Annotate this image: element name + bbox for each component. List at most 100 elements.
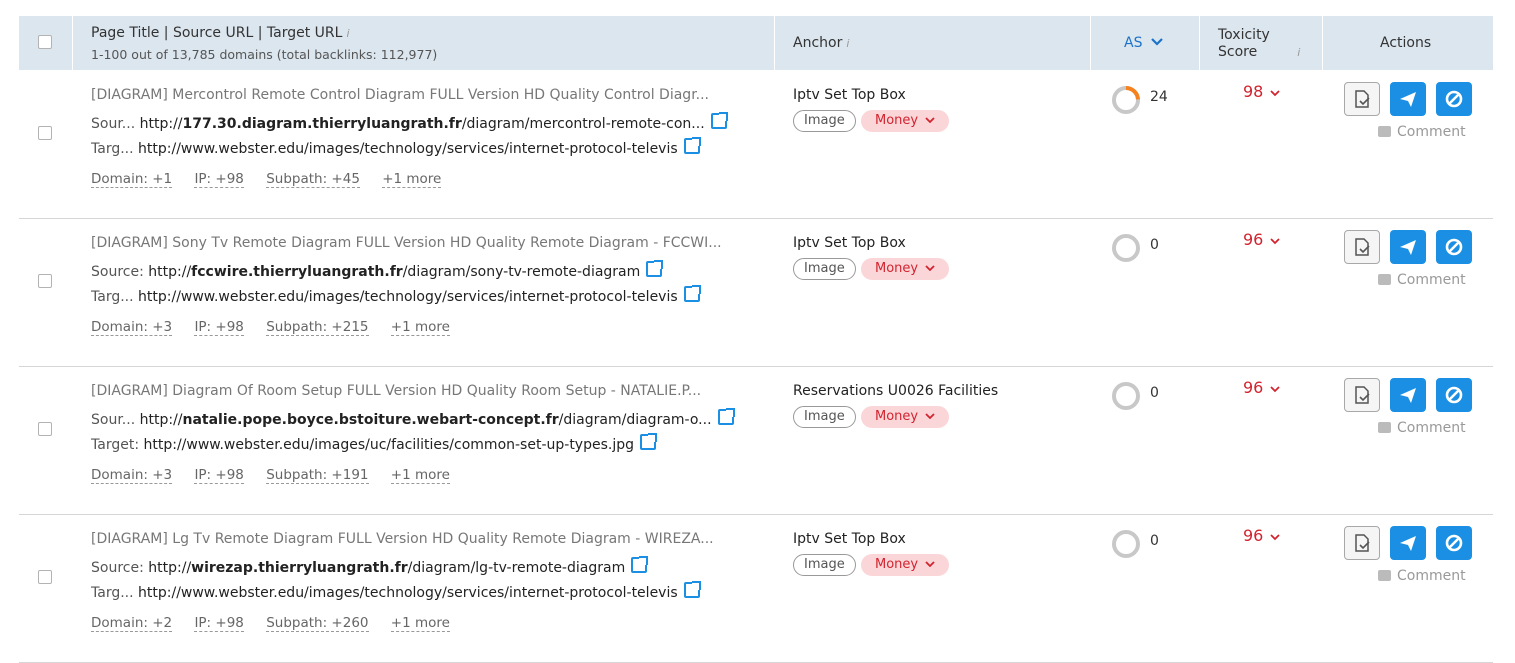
external-link-icon[interactable]: [683, 137, 701, 154]
ip-count[interactable]: IP: +98: [194, 615, 244, 632]
target-label: Targ...: [91, 289, 134, 305]
whitelist-button[interactable]: [1344, 230, 1380, 264]
source-url-link[interactable]: http://fccwire.thierryluangrath.fr/diagr…: [148, 264, 640, 280]
toxicity-score[interactable]: 96: [1243, 230, 1281, 249]
target-url-line: Targ... http://www.webster.edu/images/te…: [91, 137, 701, 157]
header-toxicity[interactable]: Toxicity Score i: [1218, 27, 1300, 61]
send-to-remove-button[interactable]: [1390, 526, 1426, 560]
source-label: Sour...: [91, 116, 136, 132]
row-checkbox[interactable]: [38, 422, 52, 436]
authority-score: 0: [1150, 385, 1159, 401]
comment-icon: [1378, 274, 1391, 285]
target-url-line: Targ... http://www.webster.edu/images/te…: [91, 581, 701, 601]
source-url-link[interactable]: http://natalie.pope.boyce.bstoiture.weba…: [140, 412, 712, 428]
chevron-down-icon: [925, 413, 935, 420]
more-link[interactable]: +1 more: [390, 615, 450, 632]
more-link[interactable]: +1 more: [390, 319, 450, 336]
external-link-icon[interactable]: [683, 285, 701, 302]
disavow-button[interactable]: [1436, 526, 1472, 560]
backlinks-table: Page Title | Source URL | Target URL i 1-…: [19, 16, 1493, 663]
row-checkbox[interactable]: [38, 126, 52, 140]
authority-score-donut: [1112, 234, 1140, 262]
target-url-link[interactable]: http://www.webster.edu/images/technology…: [138, 289, 678, 305]
whitelist-button[interactable]: [1344, 526, 1380, 560]
subpath-count[interactable]: Subpath: +191: [266, 467, 369, 484]
anchor-text: Iptv Set Top Box: [793, 531, 906, 547]
comment-button[interactable]: Comment: [1378, 420, 1466, 436]
target-url-link[interactable]: http://www.webster.edu/images/technology…: [138, 585, 678, 601]
comment-button[interactable]: Comment: [1378, 124, 1466, 140]
chevron-down-icon: [1270, 534, 1281, 541]
domain-count[interactable]: Domain: +3: [91, 467, 173, 484]
row-meta: Domain: +1 IP: +98 Subpath: +45 +1 more: [91, 171, 459, 188]
authority-score-donut: [1112, 530, 1140, 558]
row-meta: Domain: +3 IP: +98 Subpath: +191 +1 more: [91, 467, 468, 484]
row-meta: Domain: +3 IP: +98 Subpath: +215 +1 more: [91, 319, 468, 336]
page-title-link[interactable]: [DIAGRAM] Lg Tv Remote Diagram FULL Vers…: [91, 531, 761, 547]
external-link-icon[interactable]: [717, 408, 735, 425]
page-title-link[interactable]: [DIAGRAM] Sony Tv Remote Diagram FULL Ve…: [91, 235, 761, 251]
whitelist-button[interactable]: [1344, 82, 1380, 116]
target-url-link[interactable]: http://www.webster.edu/images/technology…: [138, 141, 678, 157]
more-link[interactable]: +1 more: [390, 467, 450, 484]
source-label: Source:: [91, 560, 144, 576]
source-url-link[interactable]: http://177.30.diagram.thierryluangrath.f…: [140, 116, 705, 132]
whitelist-button[interactable]: [1344, 378, 1380, 412]
send-to-remove-button[interactable]: [1390, 378, 1426, 412]
target-label: Target:: [91, 437, 140, 453]
money-tag[interactable]: Money: [861, 110, 950, 132]
table-row: [DIAGRAM] Diagram Of Room Setup FULL Ver…: [19, 366, 1493, 515]
chevron-down-icon: [1270, 238, 1281, 245]
money-tag[interactable]: Money: [861, 554, 950, 576]
domain-count[interactable]: Domain: +1: [91, 171, 173, 188]
anchor-text: Reservations U0026 Facilities: [793, 383, 999, 399]
info-icon: i: [846, 37, 850, 50]
toxicity-score[interactable]: 96: [1243, 526, 1281, 545]
money-tag[interactable]: Money: [861, 406, 950, 428]
external-link-icon[interactable]: [646, 260, 664, 277]
row-meta: Domain: +2 IP: +98 Subpath: +260 +1 more: [91, 615, 468, 632]
comment-button[interactable]: Comment: [1378, 272, 1466, 288]
external-link-icon[interactable]: [631, 556, 649, 573]
row-checkbox[interactable]: [38, 570, 52, 584]
authority-score: 24: [1150, 89, 1168, 105]
money-tag[interactable]: Money: [861, 258, 950, 280]
disavow-button[interactable]: [1436, 230, 1472, 264]
subpath-count[interactable]: Subpath: +45: [266, 171, 360, 188]
authority-score-donut: [1112, 86, 1140, 114]
chevron-down-icon: [1270, 90, 1281, 97]
subpath-count[interactable]: Subpath: +260: [266, 615, 369, 632]
ip-count[interactable]: IP: +98: [194, 467, 244, 484]
send-to-remove-button[interactable]: [1390, 230, 1426, 264]
target-url-link[interactable]: http://www.webster.edu/images/uc/facilit…: [143, 437, 634, 453]
ip-count[interactable]: IP: +98: [194, 171, 244, 188]
comment-button[interactable]: Comment: [1378, 568, 1466, 584]
disavow-button[interactable]: [1436, 378, 1472, 412]
external-link-icon[interactable]: [683, 581, 701, 598]
subpath-count[interactable]: Subpath: +215: [266, 319, 369, 336]
source-url-link[interactable]: http://wirezap.thierryluangrath.fr/diagr…: [148, 560, 625, 576]
domain-count[interactable]: Domain: +3: [91, 319, 173, 336]
whitelist-icon: [1355, 90, 1370, 108]
page-title-link[interactable]: [DIAGRAM] Mercontrol Remote Control Diag…: [91, 87, 761, 103]
page-title-link[interactable]: [DIAGRAM] Diagram Of Room Setup FULL Ver…: [91, 383, 761, 399]
header-actions: Actions: [1380, 35, 1432, 51]
ip-count[interactable]: IP: +98: [194, 319, 244, 336]
authority-score: 0: [1150, 533, 1159, 549]
source-url-line: Source: http://fccwire.thierryluangrath.…: [91, 260, 664, 280]
disavow-button[interactable]: [1436, 82, 1472, 116]
more-link[interactable]: +1 more: [382, 171, 442, 188]
toxicity-score[interactable]: 96: [1243, 378, 1281, 397]
header-anchor[interactable]: Anchor i: [793, 35, 849, 51]
source-url-line: Sour... http://natalie.pope.boyce.bstoit…: [91, 408, 735, 428]
domain-count[interactable]: Domain: +2: [91, 615, 173, 632]
external-link-icon[interactable]: [710, 112, 728, 129]
disavow-icon: [1445, 386, 1463, 404]
anchor-text: Iptv Set Top Box: [793, 87, 906, 103]
external-link-icon[interactable]: [640, 433, 657, 450]
send-to-remove-button[interactable]: [1390, 82, 1426, 116]
header-as-sort[interactable]: AS: [1124, 35, 1164, 51]
source-url-line: Source: http://wirezap.thierryluangrath.…: [91, 556, 649, 576]
toxicity-score[interactable]: 98: [1243, 82, 1281, 101]
row-checkbox[interactable]: [38, 274, 52, 288]
